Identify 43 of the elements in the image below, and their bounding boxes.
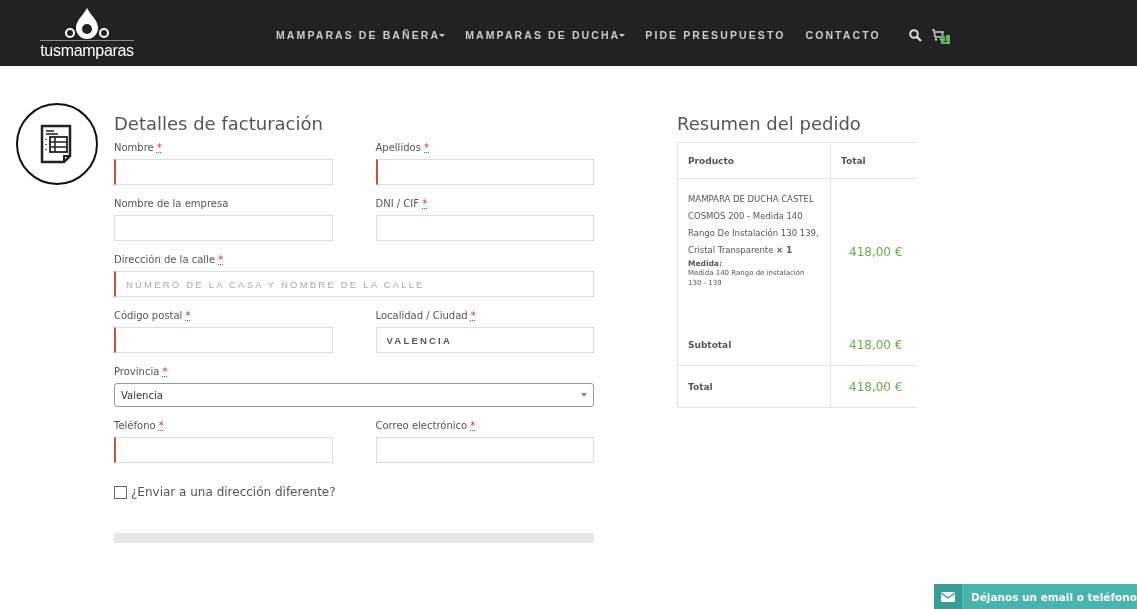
nav-link[interactable]: PIDE PRESUPUESTO [645,29,786,41]
input-field[interactable] [375,215,594,241]
field-label: Apellidos * [375,142,431,153]
price: 418,00 € [849,337,903,352]
checkbox-label: ¿Enviar a una dirección diferente? [131,485,336,499]
total-label: Subtotal [688,339,732,350]
input-field[interactable] [375,437,594,463]
nav-link[interactable]: CONTACTO [805,29,881,41]
billing-form-icon [16,103,98,185]
field-label: Código postal * [114,310,192,321]
nav-link[interactable]: MAMPARAS DE DUCHA [465,29,626,41]
cart-count-badge: 1 [940,35,950,44]
logo-text[interactable]: tusmamparas [40,40,134,60]
search-icon[interactable] [908,28,922,42]
section-title: Detalles de facturación [114,113,324,134]
price: 418,00 € [849,244,903,259]
input-field[interactable] [375,159,594,185]
input-field[interactable]: NÚMERO DE LA CASA Y NOMBRE DE LA CALLE [114,271,594,297]
cart-icon[interactable] [931,29,944,41]
field-label: DNI / CIF * [375,198,429,209]
input-field[interactable] [114,215,333,241]
field-label: Teléfono * [114,420,165,431]
field-label: Localidad / Ciudad * [375,310,477,321]
total-label: Total [688,381,713,392]
field-label: Nombre de la empresa [114,198,230,209]
nav-link[interactable]: MAMPARAS DE BAÑERA [276,29,446,41]
input-field[interactable] [114,327,333,353]
input-field[interactable] [114,159,333,185]
product-name: MAMPARA DE DUCHA CASTEL COSMOS 200 - Medida 140 Rango De Instalación 130 139, Cristal Transparente × 1 [688,193,820,257]
column-header: Total [841,155,866,166]
field-label: Correo electrónico * [375,420,477,431]
checkbox[interactable] [114,485,127,499]
input-field[interactable]: VALENCIA [375,327,594,353]
section-title: Resumen del pedido [677,113,862,134]
envelope-icon [941,591,955,602]
field-label: Provincia * [114,366,169,377]
field-label: Nombre * [114,142,163,153]
province-dropdown[interactable]: Valencia [114,383,594,407]
price: 418,00 € [849,379,903,394]
column-header: Producto [688,155,734,166]
input-field[interactable] [114,437,333,463]
drop-logo-icon[interactable] [63,6,111,40]
field-label: Dirección de la calle * [114,254,225,265]
